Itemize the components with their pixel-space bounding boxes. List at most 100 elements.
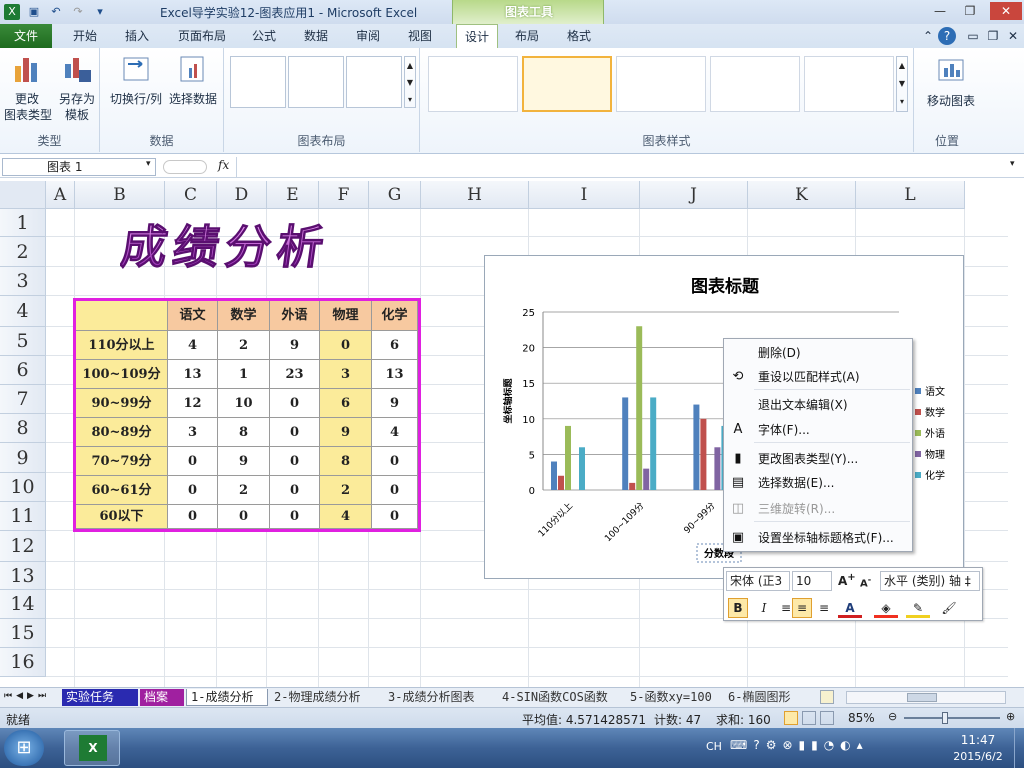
bold-button[interactable]: B bbox=[728, 598, 748, 618]
insert-sheet-icon[interactable] bbox=[820, 690, 834, 704]
row-header[interactable]: 16 bbox=[0, 648, 46, 677]
column-header[interactable]: A bbox=[46, 181, 75, 209]
formula-bar-resizer[interactable] bbox=[163, 160, 207, 174]
normal-view-icon[interactable] bbox=[784, 711, 798, 725]
restore-button[interactable]: ❐ bbox=[956, 2, 984, 20]
row-header[interactable]: 3 bbox=[0, 267, 46, 296]
column-header[interactable]: I bbox=[529, 181, 640, 209]
customize-qat-icon[interactable]: ▾ bbox=[92, 4, 108, 20]
chart-style-1[interactable] bbox=[428, 56, 518, 112]
name-box[interactable]: 图表 1 bbox=[2, 158, 156, 176]
chart-layout-1[interactable] bbox=[230, 56, 286, 108]
italic-button[interactable]: I bbox=[754, 598, 774, 618]
context-menu-item[interactable]: ▤ 选择数据(E)... bbox=[724, 471, 912, 495]
fill-color-icon[interactable]: ◈ bbox=[874, 598, 898, 618]
tab-file[interactable]: 文件 bbox=[0, 24, 52, 48]
page-layout-view-icon[interactable] bbox=[802, 711, 816, 725]
taskbar-excel-button[interactable]: X bbox=[64, 730, 120, 766]
tab-review[interactable]: 审阅 bbox=[348, 24, 388, 48]
context-menu-item[interactable]: 退出文本编辑(X) bbox=[724, 393, 912, 417]
clock-time[interactable]: 11:47 bbox=[948, 733, 1008, 747]
row-header[interactable]: 11 bbox=[0, 502, 46, 531]
close-button[interactable]: ✕ bbox=[990, 2, 1022, 20]
select-data-button[interactable]: 选择数据 bbox=[166, 54, 220, 107]
undo-icon[interactable]: ↶ bbox=[48, 4, 64, 20]
row-header[interactable]: 12 bbox=[0, 531, 46, 562]
row-header[interactable]: 1 bbox=[0, 209, 46, 237]
column-header[interactable]: D bbox=[217, 181, 267, 209]
tab-formulas[interactable]: 公式 bbox=[244, 24, 284, 48]
row-header[interactable]: 4 bbox=[0, 296, 46, 327]
row-header[interactable]: 14 bbox=[0, 590, 46, 619]
input-language[interactable]: CH bbox=[706, 740, 722, 753]
help-icon[interactable]: ? bbox=[938, 27, 956, 45]
switch-row-column-button[interactable]: 切换行/列 bbox=[108, 54, 164, 107]
context-menu-item[interactable]: ▣ 设置坐标轴标题格式(F)... bbox=[724, 526, 912, 550]
align-right-icon[interactable]: ≡ bbox=[814, 598, 834, 618]
tab-view[interactable]: 视图 bbox=[400, 24, 440, 48]
tray-icons[interactable]: ⌨?⚙⊗▮▮◔◐▴ bbox=[730, 738, 869, 752]
row-header[interactable]: 13 bbox=[0, 562, 46, 590]
formula-input[interactable] bbox=[236, 157, 1006, 177]
format-painter-icon[interactable]: 🖌 bbox=[938, 598, 960, 618]
tab-layout[interactable]: 布局 bbox=[506, 24, 548, 48]
minimize-button[interactable]: — bbox=[926, 2, 954, 20]
style-gallery-scroll[interactable]: ▲ ▼ ▾ bbox=[896, 56, 908, 112]
chart-layout-2[interactable] bbox=[288, 56, 344, 108]
sheet-tab[interactable]: 实验任务 bbox=[62, 689, 138, 706]
row-header[interactable]: 7 bbox=[0, 385, 46, 414]
page-break-view-icon[interactable] bbox=[820, 711, 834, 725]
excel-logo-icon[interactable]: X bbox=[4, 4, 20, 20]
zoom-slider[interactable] bbox=[904, 712, 1000, 724]
sheet-tab[interactable]: 3-成绩分析图表 bbox=[384, 689, 496, 706]
font-name-select[interactable]: 宋体 (正3 bbox=[726, 571, 790, 591]
column-header[interactable]: E bbox=[267, 181, 319, 209]
column-header[interactable]: K bbox=[748, 181, 856, 209]
save-icon[interactable]: ▣ bbox=[26, 4, 42, 20]
row-header[interactable]: 10 bbox=[0, 473, 46, 502]
column-header[interactable]: C bbox=[165, 181, 217, 209]
doc-minimize-icon[interactable]: ▭ bbox=[964, 24, 982, 48]
tab-insert[interactable]: 插入 bbox=[114, 24, 160, 48]
sheet-tab[interactable]: 4-SIN函数COS函数 bbox=[498, 689, 624, 706]
layout-gallery-scroll[interactable]: ▲ ▼ ▾ bbox=[404, 56, 416, 108]
chart-layout-3[interactable] bbox=[346, 56, 402, 108]
zoom-level[interactable]: 85% bbox=[848, 711, 875, 725]
tab-page-layout[interactable]: 页面布局 bbox=[170, 24, 234, 48]
save-as-template-button[interactable]: 另存为 模板 bbox=[54, 54, 100, 123]
doc-close-icon[interactable]: ✕ bbox=[1004, 24, 1022, 48]
sheet-nav-icon[interactable]: ⏮◀▶⏭ bbox=[4, 691, 50, 701]
change-chart-type-button[interactable]: 更改 图表类型 bbox=[4, 54, 52, 123]
row-header[interactable]: 5 bbox=[0, 327, 46, 356]
align-center-icon[interactable]: ≡ bbox=[792, 598, 812, 618]
column-header[interactable]: L bbox=[856, 181, 965, 209]
chart-element-select[interactable]: 水平 (类别) 轴 ‡ bbox=[880, 571, 980, 591]
outline-color-icon[interactable]: ✎ bbox=[906, 598, 930, 618]
grow-font-icon[interactable]: A+ bbox=[838, 572, 856, 588]
insert-function-icon[interactable]: fx bbox=[218, 158, 229, 172]
move-chart-button[interactable]: 移动图表 bbox=[918, 56, 984, 109]
sheet-tab[interactable]: 档案 bbox=[140, 689, 184, 706]
zoom-in-icon[interactable]: ⊕ bbox=[1006, 710, 1015, 723]
column-header[interactable]: B bbox=[75, 181, 165, 209]
minimize-ribbon-icon[interactable]: ⌃ bbox=[918, 24, 938, 48]
column-header[interactable]: J bbox=[640, 181, 748, 209]
font-size-select[interactable]: 10 bbox=[792, 571, 832, 591]
column-header[interactable]: H bbox=[421, 181, 529, 209]
tab-design[interactable]: 设计 bbox=[456, 24, 498, 48]
column-header[interactable]: F bbox=[319, 181, 369, 209]
wordart-title[interactable]: 成绩分析 bbox=[120, 213, 370, 277]
row-header[interactable]: 6 bbox=[0, 356, 46, 385]
chart-style-2[interactable] bbox=[522, 56, 612, 112]
context-menu-item[interactable]: ⟲ 重设以匹配样式(A) bbox=[724, 365, 912, 389]
redo-icon[interactable]: ↷ bbox=[70, 4, 86, 20]
context-menu-item[interactable]: A 字体(F)... bbox=[724, 418, 912, 442]
row-header[interactable]: 8 bbox=[0, 414, 46, 443]
chart-style-4[interactable] bbox=[710, 56, 800, 112]
sheet-tab[interactable]: 6-椭圆图形 bbox=[724, 689, 808, 706]
tab-format[interactable]: 格式 bbox=[558, 24, 600, 48]
column-header[interactable]: G bbox=[369, 181, 421, 209]
font-color-icon[interactable]: A bbox=[838, 598, 862, 618]
context-menu-item[interactable]: ▮ 更改图表类型(Y)... bbox=[724, 447, 912, 471]
sheet-tab[interactable]: 1-成绩分析 bbox=[186, 689, 268, 706]
